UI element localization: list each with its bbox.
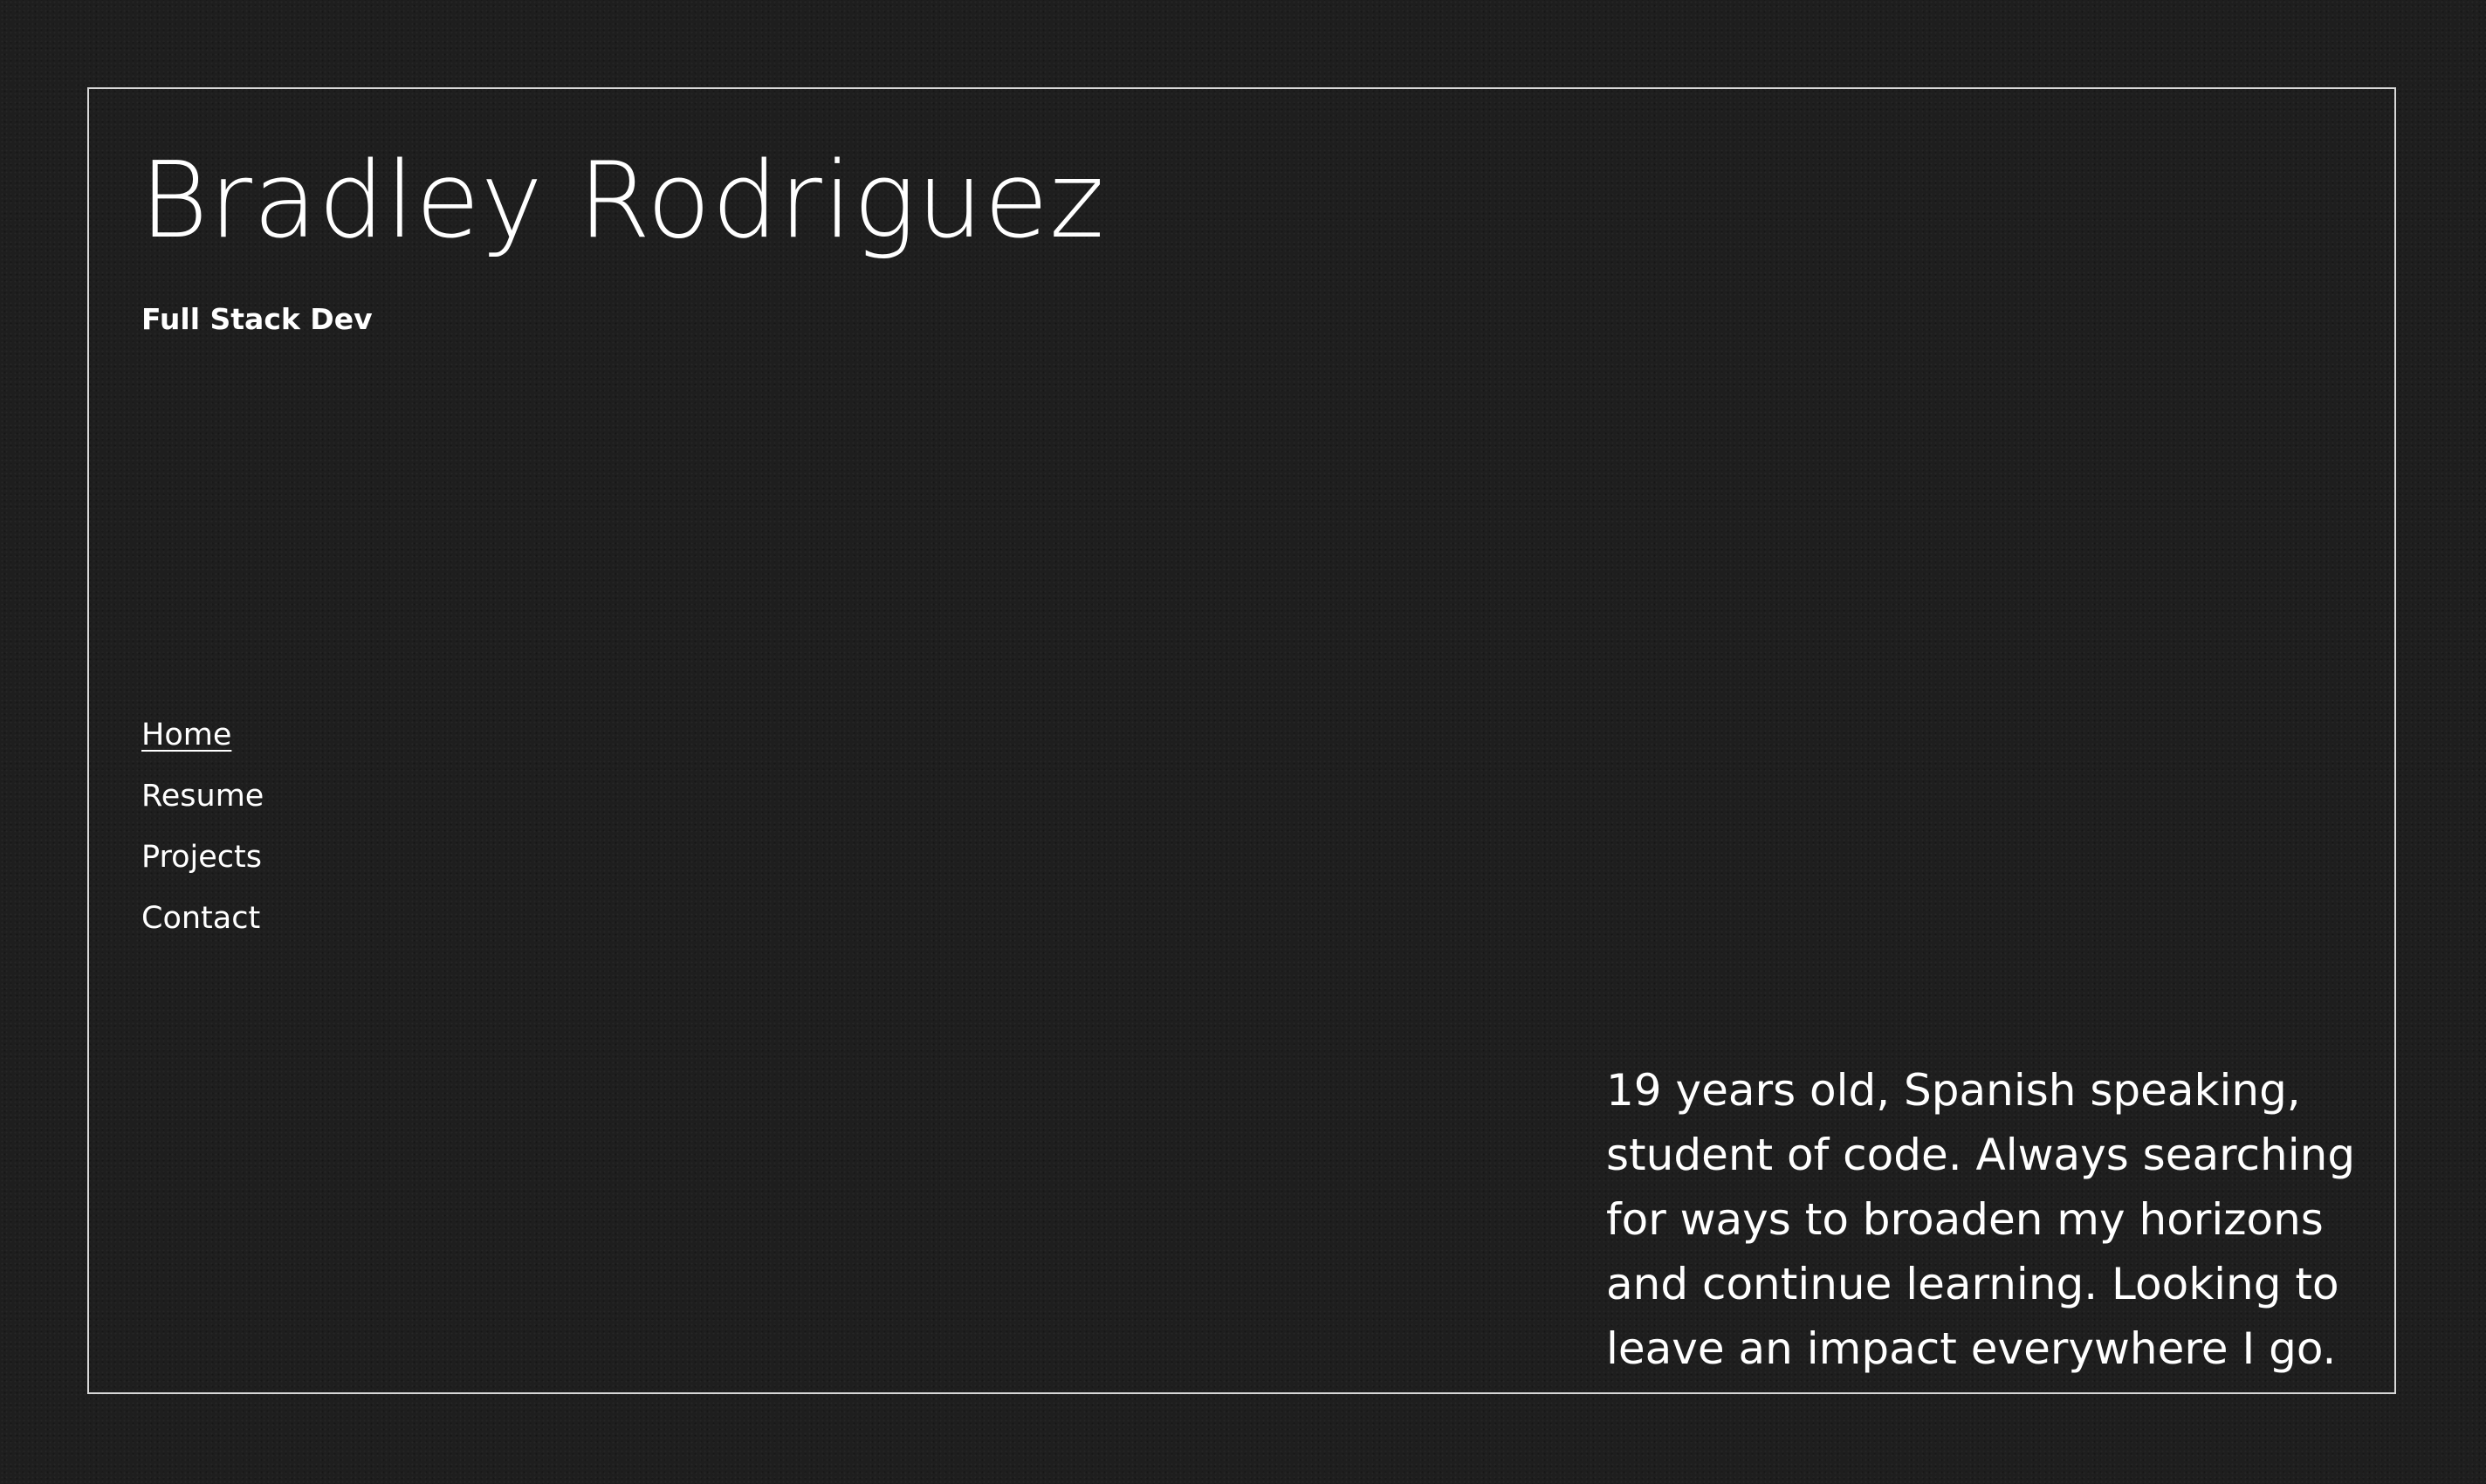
- page-frame: Bradley Rodriguez Full Stack Dev Home Re…: [87, 87, 2396, 1394]
- nav-item-projects: Projects: [141, 831, 264, 892]
- nav-link-home[interactable]: Home: [141, 718, 231, 752]
- nav-item-home: Home: [141, 709, 264, 770]
- site-title: Bradley Rodriguez: [140, 141, 1106, 262]
- main-nav: Home Resume Projects Contact: [141, 709, 264, 953]
- site-subtitle: Full Stack Dev: [141, 302, 373, 336]
- bio-text: 19 years old, Spanish speaking, student …: [1606, 1065, 2356, 1374]
- nav-link-projects[interactable]: Projects: [141, 840, 262, 875]
- nav-link-resume[interactable]: Resume: [141, 779, 264, 814]
- nav-item-resume: Resume: [141, 770, 264, 831]
- nav-link-contact[interactable]: Contact: [141, 901, 260, 936]
- nav-item-contact: Contact: [141, 892, 264, 953]
